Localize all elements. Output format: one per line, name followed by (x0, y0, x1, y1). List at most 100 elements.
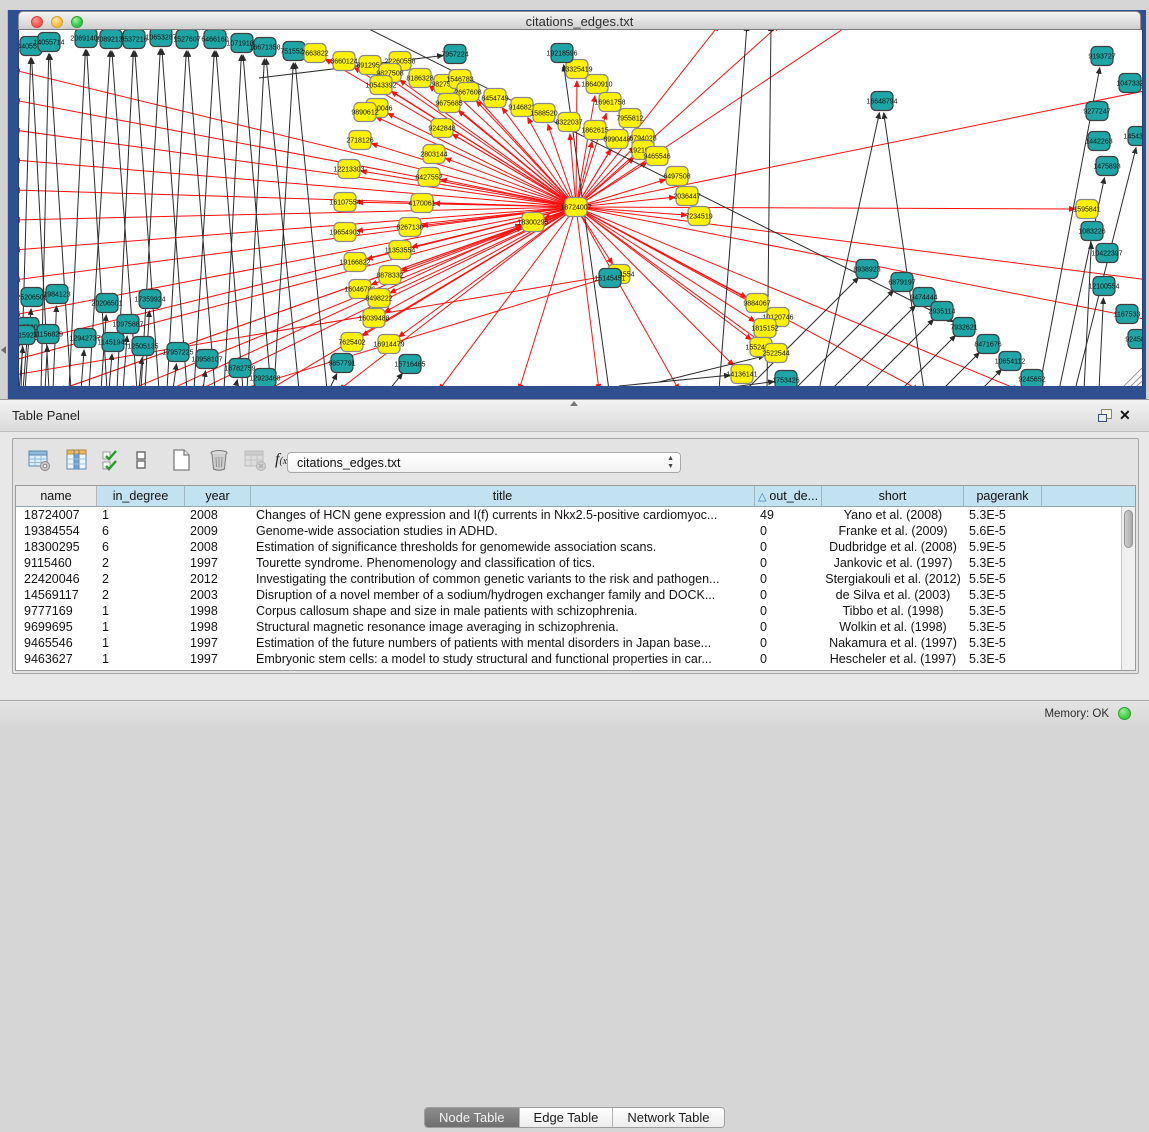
cell-year: 2003 (190, 587, 250, 603)
column-header-name[interactable]: name (16, 486, 97, 506)
graph-node-label: 12213303 (333, 167, 364, 174)
cell-in_degree: 1 (102, 507, 182, 523)
graph-node-label: 9474444 (910, 295, 937, 302)
graph-node-label: 16039488 (358, 316, 389, 323)
splitter-expand-icon[interactable] (570, 401, 578, 406)
graph-edge (266, 59, 299, 386)
cell-title: Investigating the contribution of common… (256, 571, 754, 587)
column-header-pagerank[interactable]: pagerank (964, 486, 1042, 506)
graph-node-label: 6497508 (663, 174, 690, 181)
cell-short: Yano et al. (2008) (822, 507, 964, 523)
new-column-icon[interactable] (169, 448, 193, 472)
float-panel-icon[interactable] (1098, 409, 1112, 422)
selection-checkmarks-icon[interactable] (101, 448, 121, 472)
column-header-in-degree[interactable]: in_degree (97, 486, 185, 506)
graph-node-label: 8990448 (603, 137, 630, 144)
cell-pagerank: 5.5E-5 (969, 571, 1041, 587)
graph-node-label: 14543342 (1123, 134, 1142, 141)
table-row[interactable]: 946554611997Estimation of the future num… (16, 635, 1121, 651)
app-top-strip (0, 0, 1149, 10)
graph-node-label: 19166822 (339, 260, 370, 267)
table-selector-dropdown[interactable]: citations_edges.txt ▲▼ (287, 452, 681, 473)
graph-node-label: 7625402 (338, 340, 365, 347)
cell-year: 1998 (190, 603, 250, 619)
graph-node-label: 1167533 (1114, 312, 1141, 319)
cell-title: Embryonic stem cells: a model to study s… (256, 651, 754, 667)
column-header-year[interactable]: year (185, 486, 251, 506)
graph-node-label: 16648794 (866, 99, 897, 106)
graph-node-label: 18640910 (581, 82, 612, 89)
graph-edge (576, 81, 577, 207)
graph-node-label: 7957224 (441, 52, 468, 59)
graph-node-label: 1475893 (1093, 164, 1120, 171)
table-row[interactable]: 1872400712008Changes of HCN gene express… (16, 507, 1121, 523)
graph-node-label: 8454749 (481, 96, 508, 103)
cell-name: 22420046 (24, 571, 96, 587)
collapse-left-icon[interactable] (1, 346, 6, 354)
network-graph[interactable]: 4405571140557142069140610892133953721610… (19, 30, 1142, 386)
table-row[interactable]: 977716911998Corpus callosum shape and si… (16, 603, 1121, 619)
delete-column-icon[interactable] (207, 448, 231, 472)
table-row[interactable]: 946362711997Embryonic stem cells: a mode… (16, 651, 1121, 667)
graph-edge (81, 350, 84, 386)
column-visibility-icon[interactable] (65, 448, 89, 472)
graph-edge (1137, 381, 1142, 386)
sort-ascending-icon: △ (758, 491, 766, 503)
table-row[interactable]: 911546021997Tourette syndrome. Phenomeno… (16, 555, 1121, 571)
node-table: name in_degree year title △out_de... sho… (15, 485, 1136, 671)
graph-node-label: 8498222 (365, 296, 392, 303)
tab-network-table[interactable]: Network Table (613, 1108, 723, 1127)
table-row[interactable]: 969969511998Structural magnetic resonanc… (16, 619, 1121, 635)
cell-in_degree: 1 (102, 635, 182, 651)
cell-short: Jankovic et al. (1997) (822, 555, 964, 571)
graph-node-label: 12505135 (127, 344, 158, 351)
network-canvas[interactable]: 4405571140557142069140610892133953721610… (18, 30, 1143, 386)
table-settings-icon[interactable] (27, 448, 51, 472)
graph-node-label: 16914479 (373, 342, 404, 349)
close-panel-icon[interactable]: ✕ (1119, 406, 1131, 424)
graph-edge (576, 207, 767, 311)
cell-pagerank: 5.9E-5 (969, 539, 1041, 555)
graph-node-label: 10975887 (112, 322, 143, 329)
cell-in_degree: 6 (102, 523, 182, 539)
cell-out_degree: 0 (760, 587, 820, 603)
graph-node-label: 19218596 (546, 51, 577, 58)
cell-pagerank: 5.3E-5 (969, 507, 1041, 523)
table-panel-header: Table Panel ✕ (0, 399, 1149, 432)
graph-edge (884, 113, 924, 386)
vertical-scrollbar[interactable] (1121, 507, 1135, 670)
cell-in_degree: 1 (102, 651, 182, 667)
left-splitter-gutter[interactable] (0, 10, 8, 400)
graph-node-label: 8660124 (330, 59, 357, 66)
graph-edge (576, 207, 1075, 209)
graph-edge (173, 364, 176, 386)
column-header-out-degree[interactable]: △out_de... (755, 486, 822, 506)
window-titlebar[interactable]: citations_edges.txt (18, 11, 1141, 30)
cell-name: 19384554 (24, 523, 96, 539)
cell-name: 9115460 (24, 555, 96, 571)
graph-edge (794, 290, 894, 386)
form-view-icon[interactable] (133, 448, 149, 472)
table-row[interactable]: 1938455462009Genome-wide association stu… (16, 523, 1121, 539)
scrollbar-thumb[interactable] (1124, 510, 1133, 548)
table-row[interactable]: 2242004622012Investigating the contribut… (16, 571, 1121, 587)
cell-short: de Silva et al. (2003) (822, 587, 964, 603)
graph-node-label: 2803144 (420, 152, 447, 159)
graph-edge (452, 134, 576, 207)
graph-node-label: 18724007 (560, 205, 591, 212)
column-header-title[interactable]: title (251, 486, 755, 506)
column-header-short[interactable]: short (822, 486, 964, 506)
tab-edge-table[interactable]: Edge Table (520, 1108, 614, 1127)
table-row[interactable]: 1830029562008Estimation of significance … (16, 539, 1121, 555)
cell-out_degree: 0 (760, 603, 820, 619)
cell-pagerank: 5.3E-5 (969, 619, 1041, 635)
graph-node-label: 10654112 (995, 359, 1026, 366)
graph-edge (247, 59, 264, 386)
table-rows: 1872400712008Changes of HCN gene express… (16, 507, 1121, 670)
graph-edge (269, 207, 576, 386)
cell-in_degree: 1 (102, 603, 182, 619)
tab-node-table[interactable]: Node Table (425, 1108, 520, 1127)
graph-node-label: 16961758 (594, 100, 625, 107)
cell-out_degree: 0 (760, 651, 820, 667)
table-row[interactable]: 1456911722003Disruption of a novel membe… (16, 587, 1121, 603)
